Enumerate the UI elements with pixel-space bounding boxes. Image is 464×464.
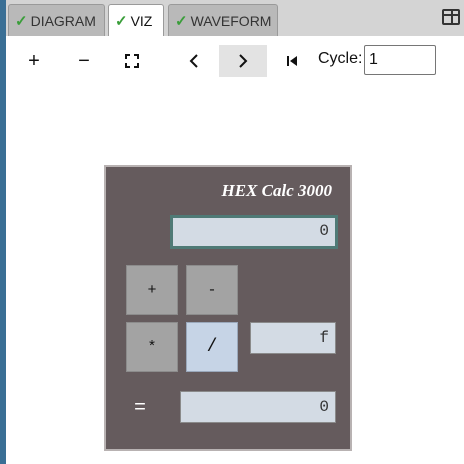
zoom-in-button[interactable]: + [10,45,58,77]
plus-icon: + [28,49,40,72]
chevron-right-icon [239,54,248,68]
cycle-input[interactable] [364,45,436,75]
fullscreen-icon [125,54,139,68]
calculator-title: HEX Calc 3000 [221,181,332,200]
tab-viz-label: VIZ [130,13,153,29]
zoom-out-button[interactable]: − [60,45,108,77]
add-key[interactable]: + [126,265,178,315]
hex-calculator-panel: HEX Calc 3000 0 + - * / f = 0 [104,165,352,451]
chevron-left-icon [189,54,198,68]
minus-icon: − [78,49,90,72]
tab-waveform-label: WAVEFORM [190,12,272,29]
next-cycle-button[interactable] [219,45,267,77]
fit-to-screen-button[interactable] [108,45,156,77]
cycle-label: Cycle: [318,50,363,67]
divide-key[interactable]: / [186,322,238,372]
skip-to-start-icon [287,56,297,66]
check-icon: ✓ [115,13,128,30]
result-display: 0 [180,391,336,423]
multiply-key[interactable]: * [126,322,178,372]
tab-viz[interactable]: ✓ VIZ [108,4,164,37]
tab-diagram[interactable]: ✓ DIAGRAM [8,4,105,36]
equals-label: = [134,397,147,420]
check-icon: ✓ [15,12,28,30]
split-panel-icon[interactable] [442,9,460,25]
reset-to-first-cycle-button[interactable] [268,45,316,77]
tab-bar: ✓ DIAGRAM ✓ VIZ ✓ WAVEFORM [6,0,464,37]
toolbar: + − Cycle: [6,36,464,84]
check-icon: ✓ [175,12,188,30]
subtract-key[interactable]: - [186,265,238,315]
previous-cycle-button[interactable] [170,45,218,77]
tab-waveform[interactable]: ✓ WAVEFORM [168,4,278,36]
main-display: 0 [170,215,338,249]
tab-diagram-label: DIAGRAM [30,12,96,29]
operand-display: f [250,322,336,354]
